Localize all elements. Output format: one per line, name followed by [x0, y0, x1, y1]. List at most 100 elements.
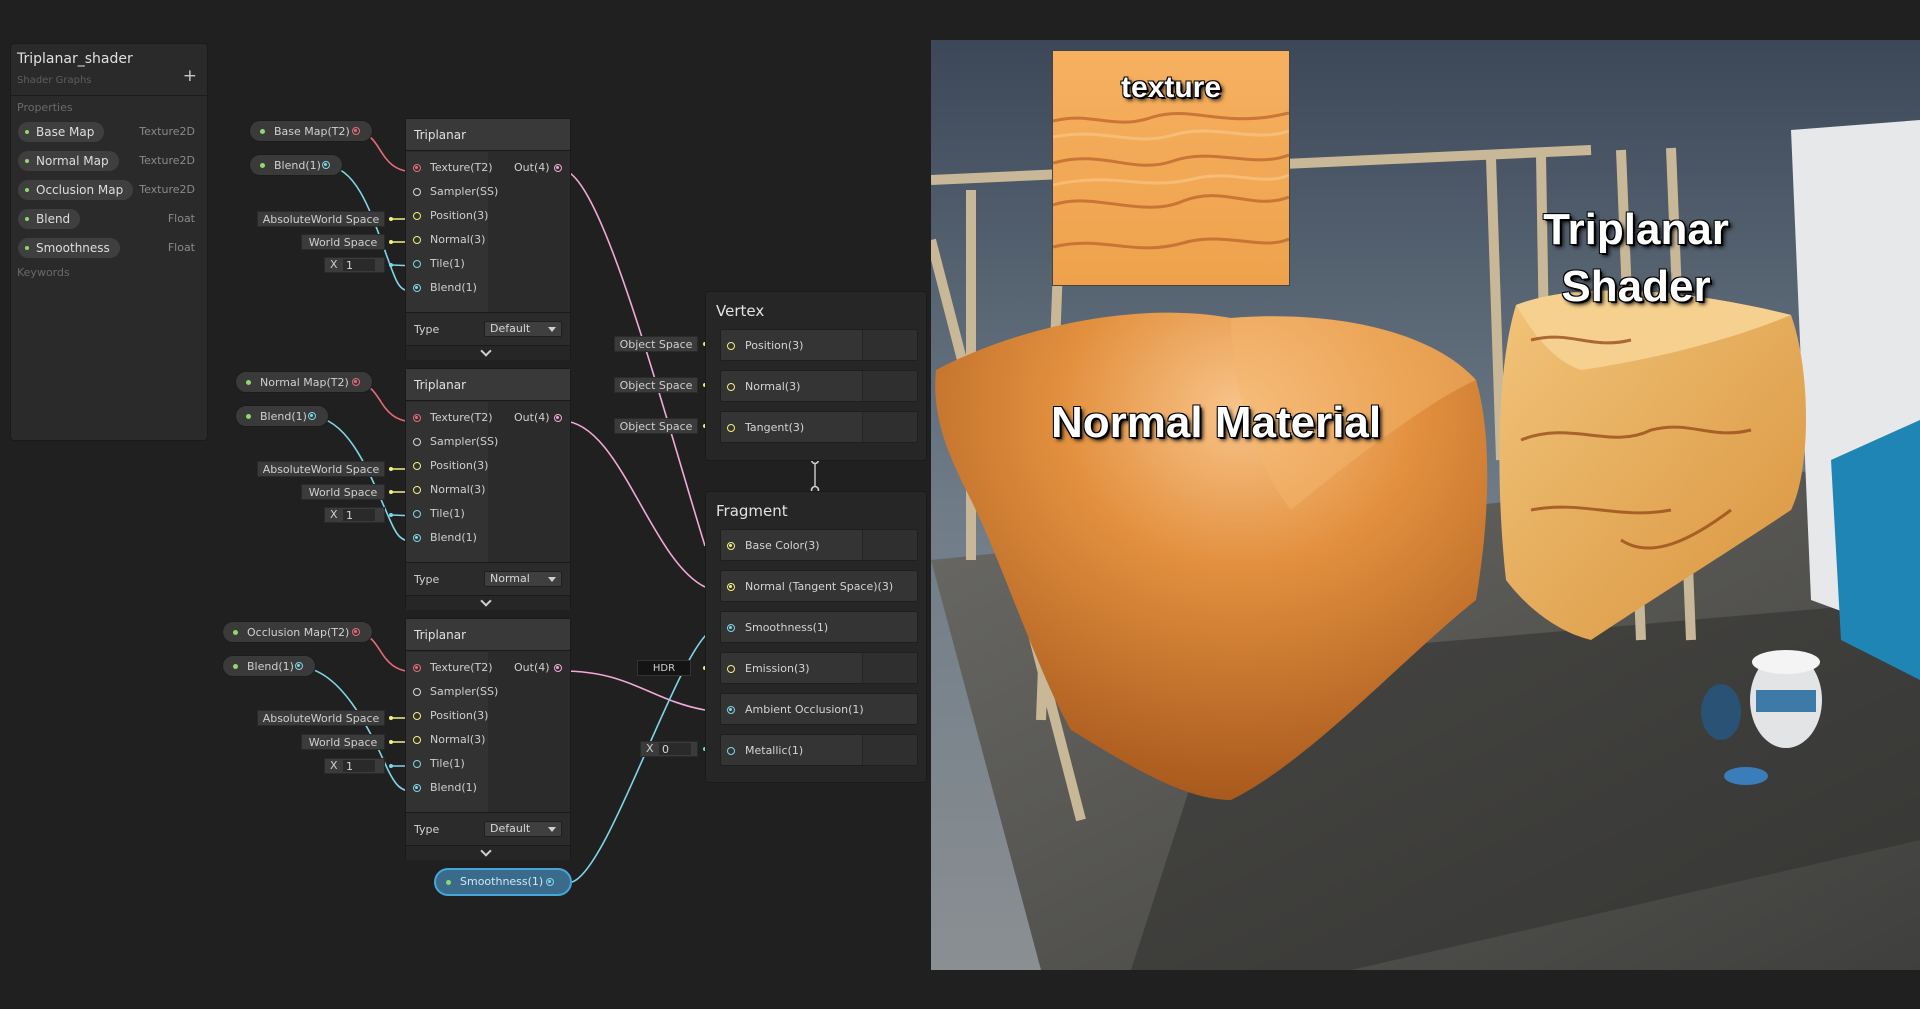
position-input-port[interactable]: Position(3)	[430, 454, 488, 478]
texture-input-port[interactable]: Texture(T2)	[430, 406, 493, 430]
output-port[interactable]	[352, 127, 360, 135]
fragment-block-base-color[interactable]: Base Color(3)	[720, 529, 918, 561]
normal-space-default[interactable]: World Space	[301, 734, 385, 750]
texture-port-icon[interactable]	[413, 164, 421, 172]
fragment-block-normal[interactable]: Normal (Tangent Space)(3)	[720, 570, 918, 602]
blackboard-property-base-map[interactable]: Base Map	[18, 122, 105, 142]
output-port[interactable]	[352, 628, 360, 636]
blend-port-icon[interactable]	[413, 284, 421, 292]
tile-port-icon[interactable]	[413, 510, 421, 518]
vertex-stack[interactable]: Vertex Position(3) Normal(3) Tangent(3)	[705, 291, 927, 461]
float-port-icon[interactable]	[727, 747, 735, 755]
position-port-icon[interactable]	[413, 712, 421, 720]
normal-port-icon[interactable]	[413, 486, 421, 494]
normal-input-port[interactable]: Normal(3)	[430, 228, 485, 252]
texture-port-icon[interactable]	[413, 414, 421, 422]
vector-port-icon[interactable]	[727, 383, 735, 391]
sampler-port-icon[interactable]	[413, 438, 421, 446]
blackboard-property-blend[interactable]: Blend	[18, 209, 81, 229]
occlusion-map-property-node[interactable]: Occlusion Map(T2)	[222, 621, 373, 643]
triplanar-node-2[interactable]: Triplanar Texture(T2) Sampler(SS) Positi…	[405, 368, 571, 610]
hdr-color-swatch[interactable]: HDR	[637, 660, 691, 676]
output-port[interactable]	[308, 412, 316, 420]
tile-input[interactable]	[343, 509, 375, 521]
node-title[interactable]: Triplanar	[406, 119, 570, 151]
blend-port-icon[interactable]	[413, 784, 421, 792]
blend-input-port[interactable]: Blend(1)	[430, 526, 477, 550]
normal-space-default[interactable]: World Space	[301, 484, 385, 500]
blend-property-node[interactable]: Blend(1)	[249, 154, 343, 176]
position-space-default[interactable]: AbsoluteWorld Space	[257, 710, 385, 726]
vector-port-icon[interactable]	[727, 542, 735, 550]
vector-port-icon[interactable]	[727, 665, 735, 673]
tile-port-icon[interactable]	[413, 260, 421, 268]
fragment-block-smoothness[interactable]: Smoothness(1)	[720, 611, 918, 643]
vector-port-icon[interactable]	[727, 342, 735, 350]
sampler-input-port[interactable]: Sampler(SS)	[430, 430, 498, 454]
normal-port-icon[interactable]	[413, 736, 421, 744]
vertex-block-normal[interactable]: Normal(3)	[720, 370, 918, 402]
fragment-block-emission[interactable]: Emission(3)	[720, 652, 918, 684]
vertex-position-space-default[interactable]: Object Space	[614, 336, 698, 352]
sampler-input-port[interactable]: Sampler(SS)	[430, 180, 498, 204]
position-input-port[interactable]: Position(3)	[430, 704, 488, 728]
texture-input-port[interactable]: Texture(T2)	[430, 156, 493, 180]
tile-input-port[interactable]: Tile(1)	[430, 752, 465, 776]
vertex-block-tangent[interactable]: Tangent(3)	[720, 411, 918, 443]
float-port-icon[interactable]	[727, 706, 735, 714]
node-expand-toggle[interactable]	[406, 345, 570, 360]
type-dropdown[interactable]: Normal	[484, 571, 562, 587]
position-space-default[interactable]: AbsoluteWorld Space	[257, 461, 385, 477]
node-expand-toggle[interactable]	[406, 845, 570, 860]
normal-input-port[interactable]: Normal(3)	[430, 728, 485, 752]
fragment-block-ambient-occlusion[interactable]: Ambient Occlusion(1)	[720, 693, 918, 725]
triplanar-node-1[interactable]: Triplanar Texture(T2) Sampler(SS) Positi…	[405, 118, 571, 360]
add-property-icon[interactable]: +	[183, 66, 197, 86]
blend-property-node[interactable]: Blend(1)	[222, 655, 316, 677]
blend-input-port[interactable]: Blend(1)	[430, 276, 477, 300]
node-expand-toggle[interactable]	[406, 595, 570, 610]
sampler-input-port[interactable]: Sampler(SS)	[430, 680, 498, 704]
position-port-icon[interactable]	[413, 462, 421, 470]
blend-port-icon[interactable]	[413, 534, 421, 542]
tile-input-port[interactable]: Tile(1)	[430, 252, 465, 276]
vertex-normal-space-default[interactable]: Object Space	[614, 377, 698, 393]
out-port-icon[interactable]	[554, 164, 562, 172]
texture-port-icon[interactable]	[413, 664, 421, 672]
blackboard-property-occlusion-map[interactable]: Occlusion Map	[18, 180, 134, 200]
blackboard-property-smoothness[interactable]: Smoothness	[18, 238, 120, 258]
blend-property-node[interactable]: Blend(1)	[235, 405, 329, 427]
output-port[interactable]	[322, 161, 330, 169]
position-space-default[interactable]: AbsoluteWorld Space	[257, 211, 385, 227]
vector-port-icon[interactable]	[727, 583, 735, 591]
tile-input[interactable]	[343, 259, 375, 271]
type-dropdown[interactable]: Default	[484, 821, 562, 837]
triplanar-node-3[interactable]: Triplanar Texture(T2) Sampler(SS) Positi…	[405, 618, 571, 860]
normal-input-port[interactable]: Normal(3)	[430, 478, 485, 502]
normal-port-icon[interactable]	[413, 236, 421, 244]
fragment-stack[interactable]: Fragment Base Color(3) Normal (Tangent S…	[705, 491, 927, 783]
node-title[interactable]: Triplanar	[406, 619, 570, 651]
metallic-input[interactable]	[659, 743, 691, 755]
tile-port-icon[interactable]	[413, 760, 421, 768]
sampler-port-icon[interactable]	[413, 688, 421, 696]
vector-port-icon[interactable]	[727, 424, 735, 432]
blend-input-port[interactable]: Blend(1)	[430, 776, 477, 800]
normal-map-property-node[interactable]: Normal Map(T2)	[235, 371, 373, 393]
out-port-icon[interactable]	[554, 664, 562, 672]
out-port-icon[interactable]	[554, 414, 562, 422]
normal-space-default[interactable]: World Space	[301, 234, 385, 250]
sampler-port-icon[interactable]	[413, 188, 421, 196]
output-port[interactable]	[295, 662, 303, 670]
tile-input-port[interactable]: Tile(1)	[430, 502, 465, 526]
fragment-block-metallic[interactable]: Metallic(1)	[720, 734, 918, 766]
tile-input[interactable]	[343, 760, 375, 772]
vertex-tangent-space-default[interactable]: Object Space	[614, 418, 698, 434]
type-dropdown[interactable]: Default	[484, 321, 562, 337]
position-input-port[interactable]: Position(3)	[430, 204, 488, 228]
blackboard-property-normal-map[interactable]: Normal Map	[18, 151, 119, 171]
smoothness-property-node[interactable]: Smoothness(1)	[434, 868, 572, 896]
base-map-property-node[interactable]: Base Map(T2)	[249, 120, 373, 142]
vertex-block-position[interactable]: Position(3)	[720, 329, 918, 361]
texture-input-port[interactable]: Texture(T2)	[430, 656, 493, 680]
